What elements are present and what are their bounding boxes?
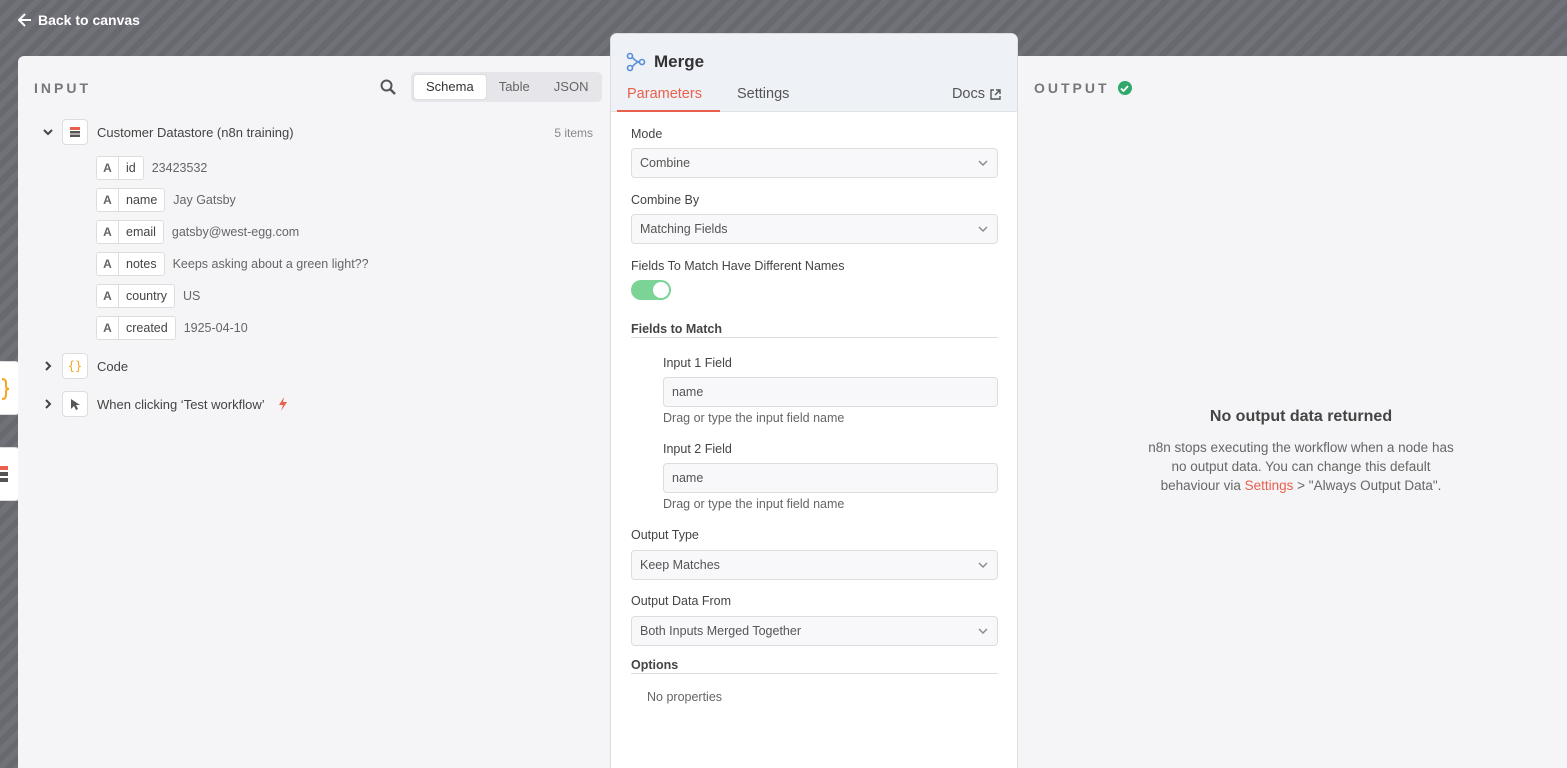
search-icon[interactable]: [380, 79, 396, 95]
chevron-right-icon[interactable]: [40, 396, 56, 412]
input1-field[interactable]: [663, 377, 998, 407]
field-key: email: [126, 225, 156, 239]
empty-text-part: > "Always Output Data".: [1293, 478, 1442, 493]
schema-field[interactable]: Anotes Keeps asking about a green light?…: [96, 252, 369, 276]
string-type-icon: A: [97, 253, 119, 275]
merge-tabs: Parameters Settings Docs: [611, 84, 1017, 112]
view-mode-tabs: Schema Table JSON: [411, 72, 603, 102]
no-properties-text: No properties: [647, 690, 723, 704]
docs-label: Docs: [951, 86, 985, 102]
combine-by-value: Matching Fields: [640, 222, 728, 236]
tab-table[interactable]: Table: [487, 74, 542, 100]
input1-hint: Drag or type the input field name: [663, 411, 845, 425]
chevron-down-icon: [978, 628, 988, 634]
tab-json[interactable]: JSON: [542, 74, 601, 100]
schema-field[interactable]: Aid 23423532: [96, 156, 207, 180]
field-key: created: [126, 321, 168, 335]
merge-title: Merge: [626, 52, 704, 72]
tab-parameters[interactable]: Parameters: [627, 86, 702, 102]
input1-field-label: Input 1 Field: [663, 356, 732, 370]
schema-field[interactable]: Acreated 1925-04-10: [96, 316, 248, 340]
input-title: INPUT: [34, 80, 91, 96]
empty-output-text: n8n stops executing the workflow when a …: [1141, 438, 1461, 495]
back-to-canvas-link[interactable]: Back to canvas: [18, 12, 140, 28]
string-type-icon: A: [97, 317, 119, 339]
chevron-right-icon[interactable]: [40, 358, 56, 374]
toggle-knob: [653, 282, 669, 298]
output-type-value: Keep Matches: [640, 558, 720, 572]
chevron-down-icon: [978, 160, 988, 166]
output-type-label: Output Type: [631, 528, 699, 542]
arrow-left-icon: [18, 13, 31, 27]
node-customer-datastore[interactable]: Customer Datastore (n8n training): [40, 119, 294, 145]
input2-field[interactable]: [663, 463, 998, 493]
field-key: name: [126, 193, 158, 207]
cursor-icon: [62, 391, 88, 417]
field-value: 1925-04-10: [183, 321, 248, 335]
back-link-label: Back to canvas: [38, 12, 140, 28]
tab-settings[interactable]: Settings: [737, 86, 789, 102]
merge-header: Merge Parameters Settings Docs: [611, 34, 1017, 112]
chevron-down-icon: [978, 562, 988, 568]
node-code[interactable]: {} Code: [40, 353, 128, 379]
output-title-wrap: OUTPUT: [1034, 80, 1132, 96]
code-braces-icon: [1, 378, 10, 400]
schema-field[interactable]: Acountry US: [96, 284, 200, 308]
different-names-label: Fields To Match Have Different Names: [631, 259, 845, 273]
schema-field[interactable]: Aname Jay Gatsby: [96, 188, 236, 212]
combine-by-label: Combine By: [631, 193, 700, 207]
output-data-from-value: Both Inputs Merged Together: [640, 624, 801, 638]
merge-title-text: Merge: [654, 52, 705, 71]
input2-field-label: Input 2 Field: [663, 442, 732, 456]
external-link-icon: [990, 88, 1001, 100]
field-value: Keeps asking about a green light??: [172, 257, 369, 271]
node-name: Code: [97, 358, 129, 374]
field-key: notes: [126, 257, 157, 271]
field-value: gatsby@west-egg.com: [171, 225, 300, 239]
output-data-from-select[interactable]: Both Inputs Merged Together: [631, 616, 998, 646]
empty-output-title: No output data returned: [1209, 408, 1393, 425]
chevron-down-icon: [978, 226, 988, 232]
mode-select[interactable]: Combine: [631, 148, 998, 178]
output-title: OUTPUT: [1034, 80, 1110, 96]
string-type-icon: A: [97, 221, 119, 243]
field-key: id: [126, 161, 136, 175]
output-type-select[interactable]: Keep Matches: [631, 550, 998, 580]
active-tab-underline: [617, 110, 720, 112]
merge-icon: [626, 52, 646, 72]
tab-schema[interactable]: Schema: [413, 74, 487, 100]
chevron-down-icon[interactable]: [40, 124, 56, 140]
merge-node-panel: Merge Parameters Settings Docs Mode Comb…: [610, 33, 1018, 768]
settings-link[interactable]: Settings: [1245, 478, 1294, 493]
input2-hint: Drag or type the input field name: [663, 497, 845, 511]
code-braces-icon: {}: [62, 353, 88, 379]
string-type-icon: A: [97, 285, 119, 307]
docs-link[interactable]: Docs: [952, 86, 1001, 102]
mode-value: Combine: [640, 156, 691, 170]
node-name: When clicking ‘Test workflow’: [97, 396, 265, 412]
field-value: Jay Gatsby: [173, 193, 236, 207]
string-type-icon: A: [97, 189, 119, 211]
items-count: 5 items: [554, 126, 593, 140]
datastore-icon: [0, 466, 8, 482]
output-panel: OUTPUT No output data returned n8n stops…: [1017, 56, 1567, 768]
node-name: Customer Datastore (n8n training): [97, 124, 294, 140]
schema-field[interactable]: Aemail gatsby@west-egg.com: [96, 220, 299, 244]
options-title: Options: [631, 658, 998, 674]
field-value: US: [183, 289, 201, 303]
input-panel: INPUT Schema Table JSON Customer Datasto…: [18, 56, 610, 768]
field-value: 23423532: [151, 161, 208, 175]
lightning-bolt-icon: [278, 397, 287, 411]
datastore-icon: [62, 119, 88, 145]
combine-by-select[interactable]: Matching Fields: [631, 214, 998, 244]
field-key: country: [126, 289, 167, 303]
mode-label: Mode: [631, 127, 663, 141]
node-manual-trigger[interactable]: When clicking ‘Test workflow’: [40, 391, 288, 417]
output-data-from-label: Output Data From: [631, 594, 732, 608]
success-check-icon: [1117, 81, 1132, 95]
fields-to-match-title: Fields to Match: [631, 322, 998, 338]
string-type-icon: A: [97, 157, 119, 179]
different-names-toggle[interactable]: [631, 280, 671, 300]
